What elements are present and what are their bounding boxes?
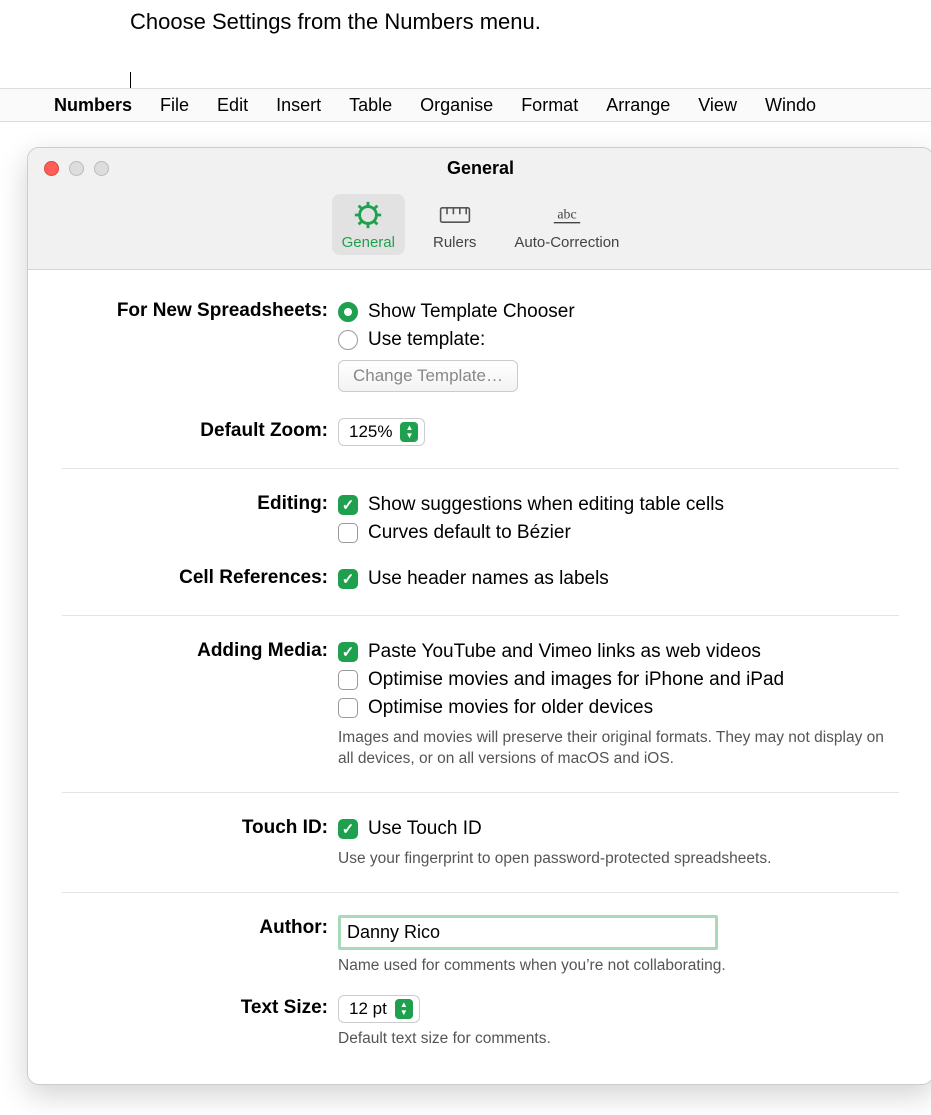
menu-window[interactable]: Windo [765, 95, 816, 116]
text-size-note: Default text size for comments. [338, 1023, 899, 1050]
label-author: Author: [62, 915, 338, 939]
tab-general[interactable]: General [332, 194, 405, 255]
checkbox-use-touch-id[interactable] [338, 819, 358, 839]
window-title: General [28, 158, 931, 179]
tab-auto-correction-label: Auto-Correction [514, 234, 619, 251]
text-size-value: 12 pt [349, 999, 387, 1019]
radio-show-template-chooser-label: Show Template Chooser [368, 301, 575, 323]
separator [62, 892, 899, 893]
menu-edit[interactable]: Edit [217, 95, 248, 116]
change-template-button[interactable]: Change Template… [338, 360, 518, 392]
radio-use-template[interactable] [338, 330, 358, 350]
default-zoom-select[interactable]: 125% ▲▼ [338, 418, 425, 446]
checkbox-use-touch-id-label: Use Touch ID [368, 818, 482, 840]
checkbox-show-suggestions-label: Show suggestions when editing table cell… [368, 494, 724, 516]
label-adding-media: Adding Media: [62, 638, 338, 662]
checkbox-optimise-iphone-ipad-label: Optimise movies and images for iPhone an… [368, 669, 784, 691]
checkbox-header-names-label: Use header names as labels [368, 568, 609, 590]
separator [62, 615, 899, 616]
menu-format[interactable]: Format [521, 95, 578, 116]
ruler-icon [439, 200, 471, 230]
default-zoom-value: 125% [349, 422, 392, 442]
label-new-spreadsheets: For New Spreadsheets: [62, 298, 338, 322]
autocorrect-icon: abc [551, 200, 583, 230]
label-text-size: Text Size: [62, 995, 338, 1019]
radio-use-template-label: Use template: [368, 329, 485, 351]
checkbox-show-suggestions[interactable] [338, 495, 358, 515]
separator [62, 792, 899, 793]
tab-rulers[interactable]: Rulers [423, 194, 486, 255]
checkbox-optimise-older-devices-label: Optimise movies for older devices [368, 697, 653, 719]
menu-organise[interactable]: Organise [420, 95, 493, 116]
checkbox-paste-web-videos[interactable] [338, 642, 358, 662]
menu-app-name[interactable]: Numbers [54, 95, 132, 116]
svg-text:abc: abc [557, 207, 576, 222]
checkbox-curves-bezier[interactable] [338, 523, 358, 543]
tab-rulers-label: Rulers [433, 234, 476, 251]
menu-bar: Numbers File Edit Insert Table Organise … [0, 88, 931, 122]
label-touch-id: Touch ID: [62, 815, 338, 839]
author-input[interactable] [338, 915, 718, 950]
label-cell-references: Cell References: [62, 565, 338, 589]
menu-view[interactable]: View [698, 95, 737, 116]
text-size-select[interactable]: 12 pt ▲▼ [338, 995, 420, 1023]
preferences-window: General General Rulers abc Auto-Correcti… [27, 147, 931, 1085]
chevron-up-down-icon: ▲▼ [400, 422, 418, 442]
checkbox-header-names[interactable] [338, 569, 358, 589]
chevron-up-down-icon: ▲▼ [395, 999, 413, 1019]
menu-file[interactable]: File [160, 95, 189, 116]
tab-general-label: General [342, 234, 395, 251]
author-note: Name used for comments when you’re not c… [338, 950, 899, 977]
menu-arrange[interactable]: Arrange [606, 95, 670, 116]
separator [62, 468, 899, 469]
radio-show-template-chooser[interactable] [338, 302, 358, 322]
checkbox-paste-web-videos-label: Paste YouTube and Vimeo links as web vid… [368, 641, 761, 663]
window-titlebar: General [28, 148, 931, 188]
preferences-toolbar: General Rulers abc Auto-Correction [28, 188, 931, 270]
menu-table[interactable]: Table [349, 95, 392, 116]
checkbox-optimise-iphone-ipad[interactable] [338, 670, 358, 690]
label-default-zoom: Default Zoom: [62, 418, 338, 442]
label-editing: Editing: [62, 491, 338, 515]
preferences-body: For New Spreadsheets: Show Template Choo… [28, 270, 931, 1084]
touch-id-note: Use your fingerprint to open password-pr… [338, 843, 899, 870]
checkbox-optimise-older-devices[interactable] [338, 698, 358, 718]
checkbox-curves-bezier-label: Curves default to Bézier [368, 522, 571, 544]
menu-insert[interactable]: Insert [276, 95, 321, 116]
tab-auto-correction[interactable]: abc Auto-Correction [504, 194, 629, 255]
adding-media-note: Images and movies will preserve their or… [338, 722, 899, 770]
callout-text: Choose Settings from the Numbers menu. [130, 8, 541, 37]
gear-icon [352, 200, 384, 230]
